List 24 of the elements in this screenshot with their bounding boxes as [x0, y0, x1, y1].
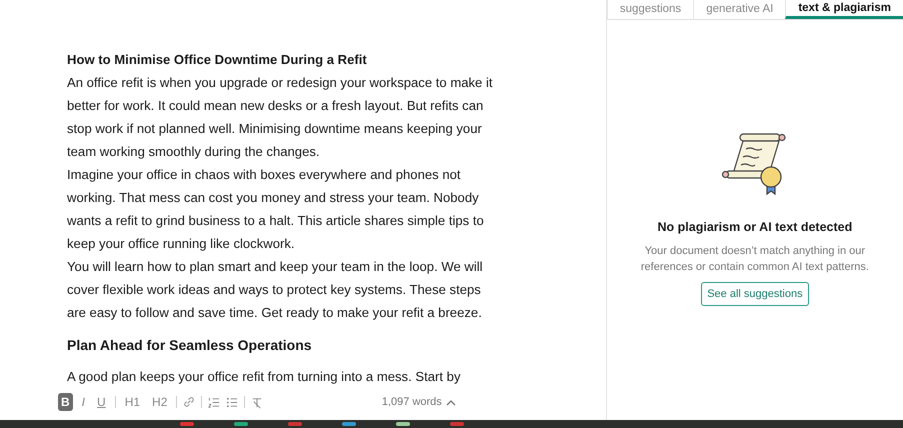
see-all-suggestions-button[interactable]: See all suggestions	[701, 282, 809, 306]
scroll-certificate-icon	[722, 132, 788, 196]
bullet-list-icon[interactable]	[226, 396, 238, 408]
paragraph: Imagine your office in chaos with boxes everywhere and phones not working. That mess can cost you money and stress your team. Nobody wants a refit to grind business to a halt. This article shares simple tips to keep your office running like clockwork.	[67, 166, 485, 253]
clear-format-icon[interactable]	[251, 396, 264, 408]
chevron-up-icon	[446, 398, 456, 406]
panel-tab[interactable]: text & plagiarism	[785, 0, 903, 19]
numbered-list-icon[interactable]	[208, 396, 220, 408]
empty-state-message: Your document doesn’t match anything in our references or contain common AI text patterns.	[640, 244, 870, 275]
panel-tab[interactable]: generative AI	[693, 0, 786, 19]
format-button[interactable]: H1	[122, 393, 144, 411]
link-icon[interactable]	[183, 396, 196, 408]
document-title: How to Minimise Office Downtime During a Refit	[67, 51, 368, 69]
paragraph: A good plan keeps your office refit from turning into a mess. Start by	[67, 368, 462, 386]
format-button[interactable]: H2	[149, 393, 170, 411]
paragraph: You will learn how to plan smart and keep your team in the loop. We will cover flexible work ideas and ways to protect key systems. These steps are easy to follow and save time. Get ready to make your refit a breeze.	[67, 258, 484, 322]
format-button[interactable]: B	[58, 393, 73, 411]
paragraph: An office refit is when you upgrade or redesign your workspace to make it better for work. It could mean new desks or a fresh layout. But refits can stop work if not planned well. Minimising downtime means keeping your team working smoothly during the changes.	[67, 74, 494, 161]
section-heading: Plan Ahead for Seamless Operations	[67, 336, 313, 355]
word-count[interactable]: 1,097 words	[382, 394, 456, 410]
format-button[interactable]: U	[94, 393, 109, 411]
empty-state-title: No plagiarism or AI text detected	[658, 219, 852, 236]
panel-tab[interactable]: suggestions	[606, 0, 694, 19]
format-button[interactable]: I	[78, 393, 88, 411]
